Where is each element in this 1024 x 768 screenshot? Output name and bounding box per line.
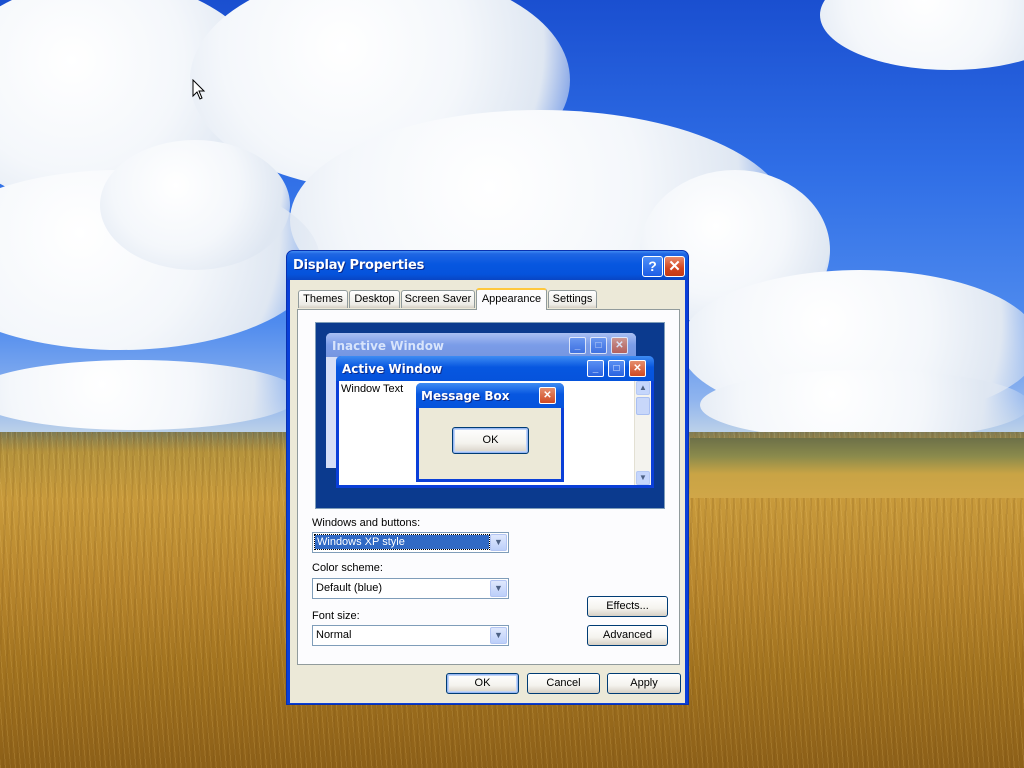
window-title: Display Properties bbox=[293, 258, 425, 273]
preview-inactive-title: Inactive Window bbox=[332, 339, 445, 353]
dialog-client-area: Themes Desktop Screen Saver Appearance S… bbox=[290, 280, 685, 703]
preview-scrollbar: ▲ ▼ bbox=[634, 381, 651, 485]
preview-message-box: Message Box ✕ OK bbox=[416, 383, 564, 482]
windows-buttons-value: Windows XP style bbox=[314, 534, 490, 550]
apply-button[interactable]: Apply bbox=[607, 673, 681, 694]
tab-themes[interactable]: Themes bbox=[298, 290, 348, 308]
horizon-hills bbox=[690, 438, 1024, 498]
tab-desktop[interactable]: Desktop bbox=[349, 290, 400, 308]
minimize-icon: _ bbox=[569, 337, 586, 354]
help-button[interactable]: ? bbox=[642, 256, 663, 277]
tab-screen-saver[interactable]: Screen Saver bbox=[401, 290, 475, 308]
chevron-down-icon[interactable]: ▼ bbox=[490, 580, 507, 597]
font-size-select[interactable]: Normal ▼ bbox=[312, 625, 509, 646]
preview-active-titlebar: Active Window _ □ ✕ bbox=[336, 356, 654, 381]
preview-message-body: OK bbox=[419, 408, 561, 479]
effects-button[interactable]: Effects... bbox=[587, 596, 668, 617]
font-size-value: Normal bbox=[316, 629, 352, 641]
chevron-down-icon[interactable]: ▼ bbox=[490, 534, 507, 551]
color-scheme-select[interactable]: Default (blue) ▼ bbox=[312, 578, 509, 599]
color-scheme-label: Color scheme: bbox=[312, 562, 383, 574]
appearance-preview: Inactive Window _ □ ✕ Active Window _ □ … bbox=[315, 322, 665, 509]
cloud bbox=[700, 370, 1024, 440]
close-icon: ✕ bbox=[539, 387, 556, 404]
close-icon: ✕ bbox=[668, 258, 681, 275]
scroll-down-icon: ▼ bbox=[636, 471, 650, 485]
close-icon: ✕ bbox=[611, 337, 628, 354]
maximize-icon: □ bbox=[590, 337, 607, 354]
title-bar[interactable]: Display Properties ? ✕ bbox=[287, 251, 688, 280]
ok-button[interactable]: OK bbox=[446, 673, 519, 694]
help-icon: ? bbox=[648, 258, 657, 274]
display-properties-dialog: Display Properties ? ✕ Themes Desktop Sc… bbox=[286, 250, 689, 705]
preview-ok-button: OK bbox=[452, 427, 529, 454]
cloud bbox=[100, 140, 290, 270]
scroll-thumb bbox=[636, 397, 650, 415]
close-icon: ✕ bbox=[629, 360, 646, 377]
preview-active-title: Active Window bbox=[342, 362, 443, 376]
cancel-button[interactable]: Cancel bbox=[527, 673, 600, 694]
windows-buttons-label: Windows and buttons: bbox=[312, 517, 421, 529]
scroll-up-icon: ▲ bbox=[636, 381, 650, 395]
preview-inactive-titlebar: Inactive Window _ □ ✕ bbox=[326, 333, 636, 357]
tab-settings[interactable]: Settings bbox=[548, 290, 597, 308]
preview-message-title: Message Box bbox=[421, 389, 510, 403]
cloud bbox=[0, 360, 300, 430]
appearance-panel: Inactive Window _ □ ✕ Active Window _ □ … bbox=[297, 309, 680, 665]
mouse-pointer-icon bbox=[192, 79, 206, 100]
chevron-down-icon[interactable]: ▼ bbox=[490, 627, 507, 644]
font-size-label: Font size: bbox=[312, 610, 360, 622]
preview-window-text: Window Text bbox=[341, 383, 404, 395]
close-button[interactable]: ✕ bbox=[664, 256, 685, 277]
maximize-icon: □ bbox=[608, 360, 625, 377]
preview-message-titlebar: Message Box ✕ bbox=[416, 383, 564, 408]
advanced-button[interactable]: Advanced bbox=[587, 625, 668, 646]
minimize-icon: _ bbox=[587, 360, 604, 377]
cloud bbox=[820, 0, 1024, 70]
color-scheme-value: Default (blue) bbox=[316, 582, 383, 594]
windows-buttons-select[interactable]: Windows XP style ▼ bbox=[312, 532, 509, 553]
tab-appearance[interactable]: Appearance bbox=[476, 288, 547, 310]
